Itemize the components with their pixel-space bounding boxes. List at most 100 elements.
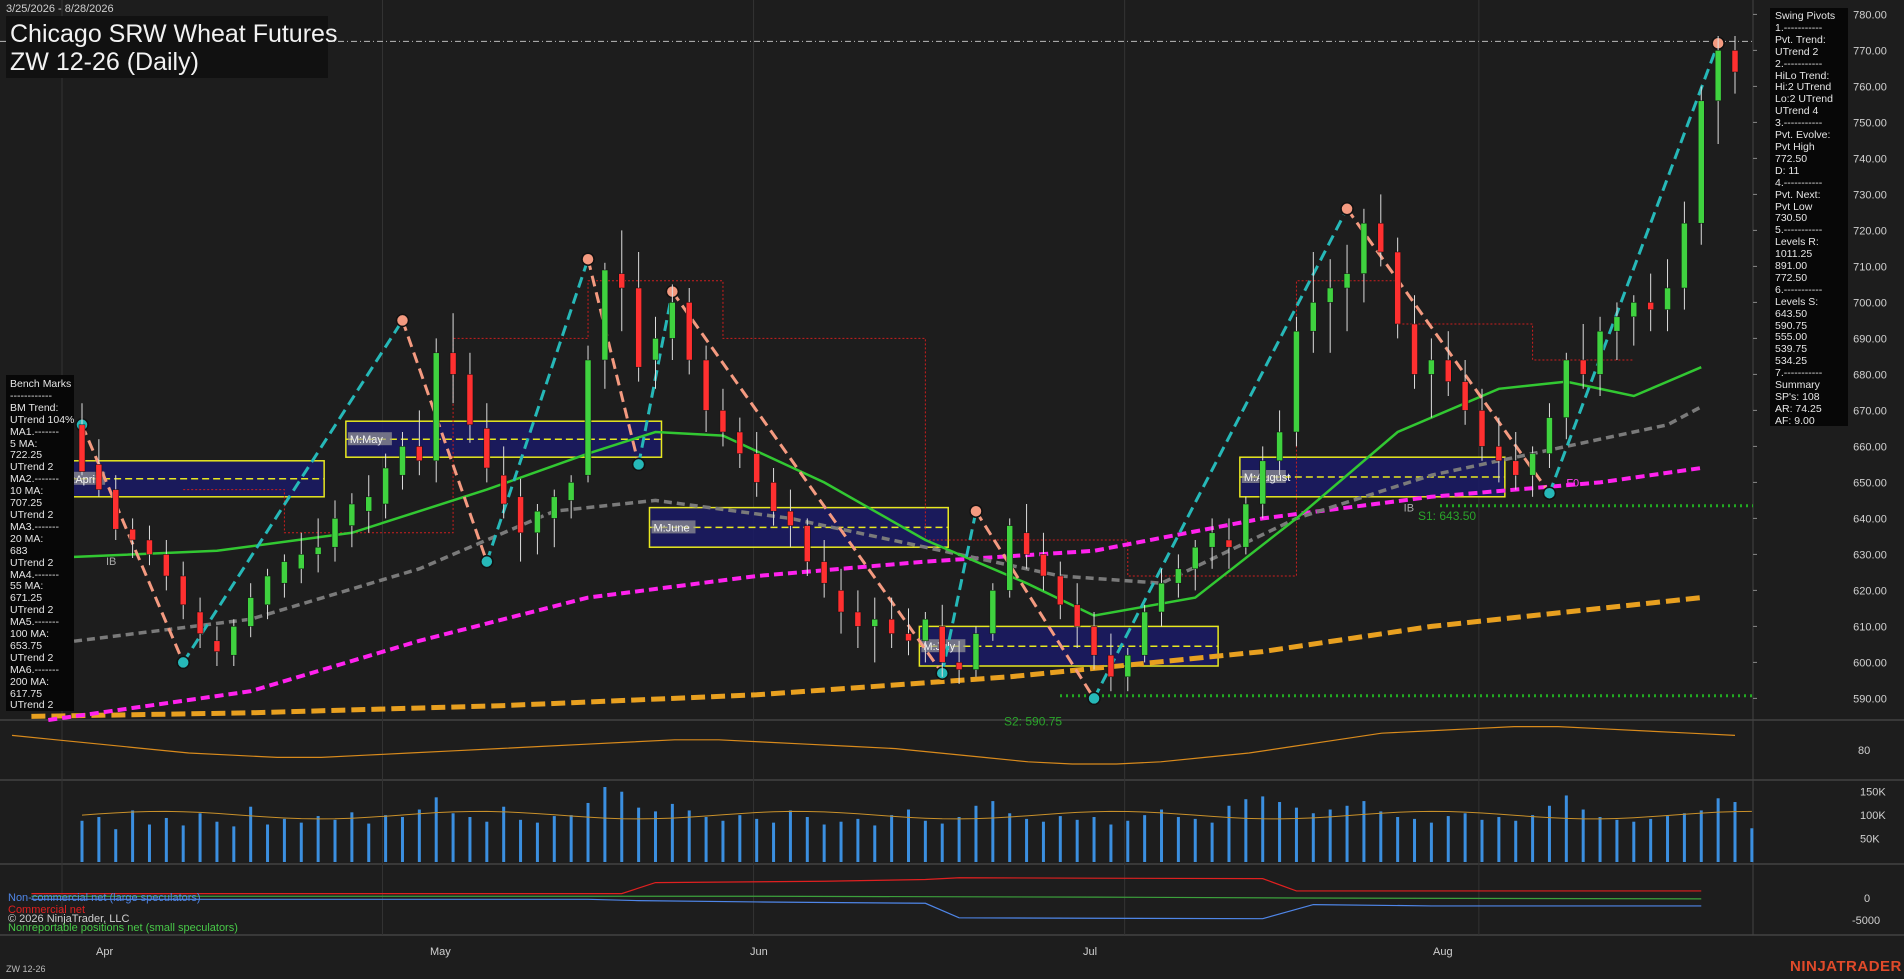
- candle-body: [416, 446, 423, 462]
- volume-bar: [519, 819, 523, 862]
- volume-bar: [215, 821, 219, 862]
- candle-body: [1698, 100, 1705, 224]
- swing-pivot-dot: [581, 252, 595, 266]
- candle-body: [1225, 539, 1233, 548]
- volume-bar: [1446, 816, 1450, 862]
- candle-body: [1242, 503, 1250, 548]
- volume-bar: [367, 823, 371, 862]
- legend-noncommercial: Non-commercial net (large speculators): [8, 892, 201, 904]
- candle-body: [820, 561, 828, 584]
- volume-bar: [1041, 821, 1045, 862]
- volume-bar: [1564, 795, 1568, 862]
- candle-body: [804, 525, 811, 562]
- candle-body: [753, 453, 760, 483]
- candle-body: [1326, 287, 1334, 303]
- candle-body: [1276, 431, 1283, 462]
- volume-bar: [788, 810, 792, 862]
- cot-tick: 0: [1864, 893, 1870, 905]
- benchmark-line: UTrend 104%: [10, 413, 74, 426]
- candle-body: [129, 528, 136, 541]
- month-label: Jul: [1083, 946, 1097, 958]
- price-tick-label: 730.00: [1853, 189, 1887, 201]
- candle-body: [1563, 359, 1570, 418]
- volume-bar: [1463, 813, 1467, 862]
- monthly-box-label: M:August: [1244, 472, 1290, 484]
- volume-bar: [1413, 818, 1417, 862]
- swing-line: [1548, 42, 1720, 494]
- volume-bar: [1547, 805, 1551, 862]
- price-tick-label: 620.00: [1853, 585, 1887, 597]
- candle-body: [618, 273, 626, 289]
- chart-subtitle: ZW 12-26 (Daily): [10, 48, 199, 76]
- volume-bar: [1244, 799, 1248, 862]
- volume-bar: [400, 817, 404, 862]
- volume-bar: [991, 801, 995, 862]
- candle-body: [1293, 330, 1300, 433]
- price-tick-label: 780.00: [1853, 9, 1887, 21]
- candle-body: [534, 510, 541, 534]
- volume-bar: [1666, 816, 1670, 862]
- volume-tick: 100K: [1860, 810, 1886, 822]
- candle-body: [298, 554, 305, 570]
- volume-bar: [1294, 807, 1298, 862]
- candle-body: [601, 269, 609, 361]
- candle-body: [365, 496, 372, 512]
- volume-bar: [569, 815, 573, 862]
- volume-bar: [181, 825, 185, 862]
- brand-logo: NINJATRADER: [1790, 958, 1902, 975]
- benchmark-line: MA6.-------: [10, 663, 59, 676]
- candle-body: [95, 464, 103, 490]
- month-label: Aug: [1433, 946, 1453, 958]
- swing-pivot-dot: [969, 504, 983, 518]
- volume-bar: [417, 809, 421, 862]
- candle-body: [989, 590, 997, 634]
- benchmark-line: 200 MA:: [10, 675, 50, 688]
- candle-body: [1259, 460, 1266, 505]
- candle-body: [669, 302, 676, 339]
- volume-average-line: [81, 810, 1752, 820]
- volume-bar: [1210, 822, 1214, 862]
- price-chart[interactable]: Apr May Jun Jul Aug 780.00 770.00 760.00 750.00 7…: [0, 0, 1904, 979]
- footer-symbol: ZW 12-26: [6, 964, 46, 974]
- volume-bar: [1733, 802, 1737, 862]
- volume-bar: [1379, 811, 1383, 862]
- volume-bar: [451, 813, 455, 862]
- candle-body: [449, 352, 457, 375]
- title-box: Chicago SRW Wheat Futures ZW 12-26 (Dail…: [6, 16, 337, 78]
- volume-bar: [1311, 813, 1315, 862]
- candle-body: [1377, 222, 1385, 253]
- swing-pivot-line: AF: 9.00: [1775, 414, 1815, 426]
- candle-body: [551, 496, 558, 519]
- candle-body: [517, 496, 524, 534]
- price-tick-label: 700.00: [1853, 297, 1887, 309]
- price-tick-label: 590.00: [1853, 693, 1887, 705]
- benchmark-line: MA3.-------: [10, 520, 59, 533]
- volume-bar: [1480, 819, 1484, 862]
- volume-bar: [637, 807, 641, 862]
- candle-body: [179, 575, 187, 606]
- candle-body: [584, 359, 592, 476]
- volume-bar: [1750, 828, 1754, 862]
- volume-bar: [164, 817, 168, 862]
- chart-title: Chicago SRW Wheat Futures: [10, 20, 338, 48]
- volume-tick: 150K: [1860, 787, 1886, 799]
- swing-pivot-dot: [176, 655, 190, 670]
- candle-body: [1647, 302, 1654, 310]
- candle-body: [1681, 222, 1688, 289]
- swing-pivot-dot: [395, 313, 410, 328]
- volume-bar: [974, 805, 978, 862]
- price-tick-label: 710.00: [1853, 261, 1887, 273]
- volume-tick: 50K: [1860, 834, 1880, 846]
- swing-pivot-line: D: 11: [1775, 164, 1800, 177]
- candle-body: [1596, 330, 1604, 375]
- volume-bar: [1429, 822, 1433, 862]
- monthly-box-label: M:June: [653, 522, 689, 534]
- candle-body: [264, 575, 271, 606]
- price-tick-label: 600.00: [1853, 657, 1887, 669]
- volume-bar: [147, 824, 151, 862]
- ma200-line: [31, 595, 1702, 719]
- volume-bar: [687, 810, 691, 862]
- swing-line: [1092, 208, 1349, 700]
- candle-body: [787, 510, 794, 526]
- support1-label: S1: 643.50: [1418, 509, 1476, 523]
